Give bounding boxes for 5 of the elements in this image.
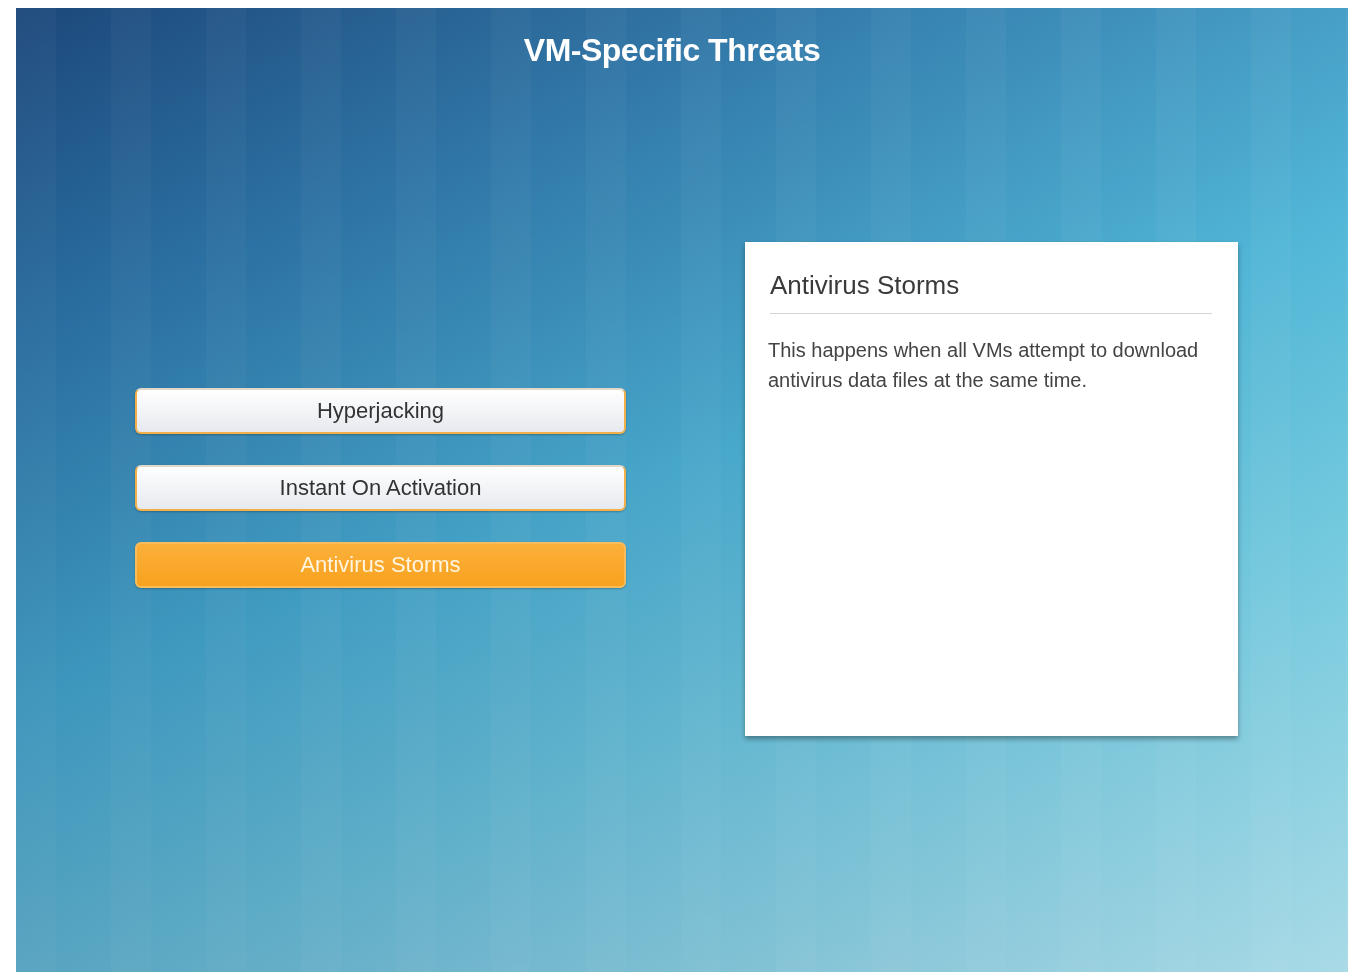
slide-title: VM-Specific Threats: [523, 32, 821, 69]
option-button[interactable]: Hyperjacking: [135, 388, 626, 434]
card-text: This happens when all VMs attempt to download antivirus data files at the same time.: [768, 338, 1200, 393]
option-button[interactable]: Instant On Activation: [135, 465, 626, 511]
card-heading: Antivirus Storms: [770, 270, 1212, 314]
